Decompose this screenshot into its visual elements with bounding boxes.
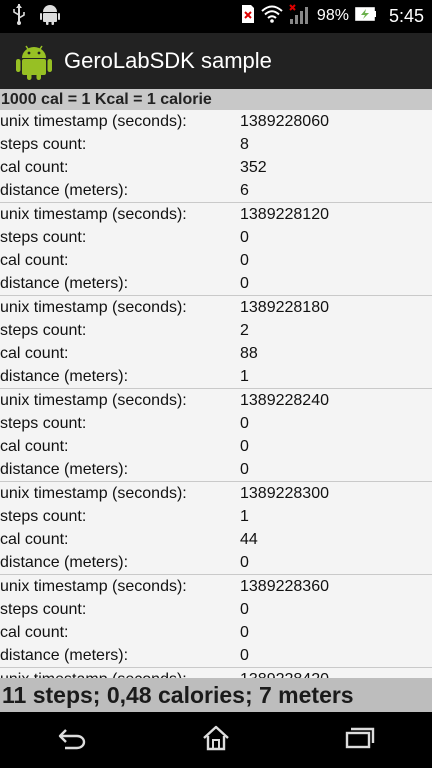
steps-value: 1 <box>240 508 249 525</box>
distance-row: distance (meters): 0 <box>0 272 432 295</box>
record-item[interactable]: unix timestamp (seconds): 1389228120 step… <box>0 203 432 296</box>
navigation-bar <box>0 712 432 768</box>
steps-row: steps count: 0 <box>0 598 432 621</box>
steps-value: 0 <box>240 415 249 432</box>
usb-icon <box>12 3 26 30</box>
battery-charging-icon <box>355 6 377 27</box>
cal-value: 352 <box>240 159 267 176</box>
steps-row: steps count: 0 <box>0 412 432 435</box>
record-item[interactable]: unix timestamp (seconds): 1389228360 step… <box>0 575 432 668</box>
cal-value: 0 <box>240 252 249 269</box>
record-item[interactable]: unix timestamp (seconds): 1389228060 step… <box>0 110 432 203</box>
timestamp-row: unix timestamp (seconds): 1389228120 <box>0 203 432 226</box>
app-title: GeroLabSDK sample <box>64 48 272 73</box>
record-item[interactable]: unix timestamp (seconds): 1389228240 step… <box>0 389 432 482</box>
screen: 98% 5:45 GeroLabSDK sample 1000 cal = 1 … <box>0 0 432 768</box>
back-icon <box>57 726 87 755</box>
timestamp-row: unix timestamp (seconds): 1389228360 <box>0 575 432 598</box>
recent-apps-button[interactable] <box>330 718 390 762</box>
timestamp-value: 1389228180 <box>240 299 329 316</box>
records-list[interactable]: unix timestamp (seconds): 1389228060 step… <box>0 110 432 678</box>
back-button[interactable] <box>42 718 102 762</box>
steps-value: 0 <box>240 229 249 246</box>
cal-row: cal count: 0 <box>0 435 432 458</box>
distance-value: 1 <box>240 368 249 385</box>
steps-row: steps count: 1 <box>0 505 432 528</box>
steps-value: 2 <box>240 322 249 339</box>
distance-row: distance (meters): 0 <box>0 551 432 574</box>
battery-percent: 98% <box>316 7 349 24</box>
distance-row: distance (meters): 6 <box>0 179 432 202</box>
steps-row: steps count: 0 <box>0 226 432 249</box>
android-debug-icon <box>40 3 60 30</box>
cal-row: cal count: 88 <box>0 342 432 365</box>
home-button[interactable] <box>186 718 246 762</box>
android-logo-icon[interactable] <box>14 41 54 81</box>
timestamp-row: unix timestamp (seconds): 1389228180 <box>0 296 432 319</box>
cal-row: cal count: 0 <box>0 249 432 272</box>
cal-row: cal count: 44 <box>0 528 432 551</box>
steps-value: 0 <box>240 601 249 618</box>
no-sim-icon <box>241 4 255 29</box>
timestamp-value: 1389228120 <box>240 206 329 223</box>
steps-row: steps count: 8 <box>0 133 432 156</box>
cal-value: 88 <box>240 345 258 362</box>
steps-value: 8 <box>240 136 249 153</box>
status-bar: 98% 5:45 <box>0 0 432 33</box>
summary-footer: 11 steps; 0,48 calories; 7 meters <box>0 678 432 712</box>
timestamp-row: unix timestamp (seconds): 1389228060 <box>0 110 432 133</box>
recent-apps-icon <box>345 727 375 754</box>
home-icon <box>202 725 230 756</box>
distance-row: distance (meters): 1 <box>0 365 432 388</box>
timestamp-row: unix timestamp (seconds): 1389228300 <box>0 482 432 505</box>
timestamp-row: unix timestamp (seconds):1389228420 <box>0 668 432 678</box>
steps-row: steps count: 2 <box>0 319 432 342</box>
distance-value: 0 <box>240 461 249 478</box>
cal-row: cal count: 352 <box>0 156 432 179</box>
timestamp-row: unix timestamp (seconds): 1389228240 <box>0 389 432 412</box>
timestamp-value: 1389228300 <box>240 485 329 502</box>
timestamp-value: 1389228360 <box>240 578 329 595</box>
cal-value: 0 <box>240 438 249 455</box>
distance-value: 0 <box>240 647 249 664</box>
distance-row: distance (meters): 0 <box>0 644 432 667</box>
cal-value: 44 <box>240 531 258 548</box>
action-bar: GeroLabSDK sample <box>0 33 432 89</box>
cal-row: cal count: 0 <box>0 621 432 644</box>
distance-value: 0 <box>240 275 249 292</box>
unit-note-header: 1000 cal = 1 Kcal = 1 calorie <box>0 89 432 110</box>
cal-value: 0 <box>240 624 249 641</box>
record-item[interactable]: unix timestamp (seconds): 1389228180 step… <box>0 296 432 389</box>
signal-icon <box>289 3 311 29</box>
record-item[interactable]: unix timestamp (seconds):1389228420 step… <box>0 668 432 678</box>
timestamp-value: 1389228240 <box>240 392 329 409</box>
distance-value: 6 <box>240 182 249 199</box>
clock: 5:45 <box>388 5 424 26</box>
timestamp-value: 1389228060 <box>240 113 329 130</box>
wifi-icon <box>261 5 283 28</box>
distance-value: 0 <box>240 554 249 571</box>
distance-row: distance (meters): 0 <box>0 458 432 481</box>
record-item[interactable]: unix timestamp (seconds): 1389228300 step… <box>0 482 432 575</box>
timestamp-value: 1389228420 <box>240 668 329 678</box>
